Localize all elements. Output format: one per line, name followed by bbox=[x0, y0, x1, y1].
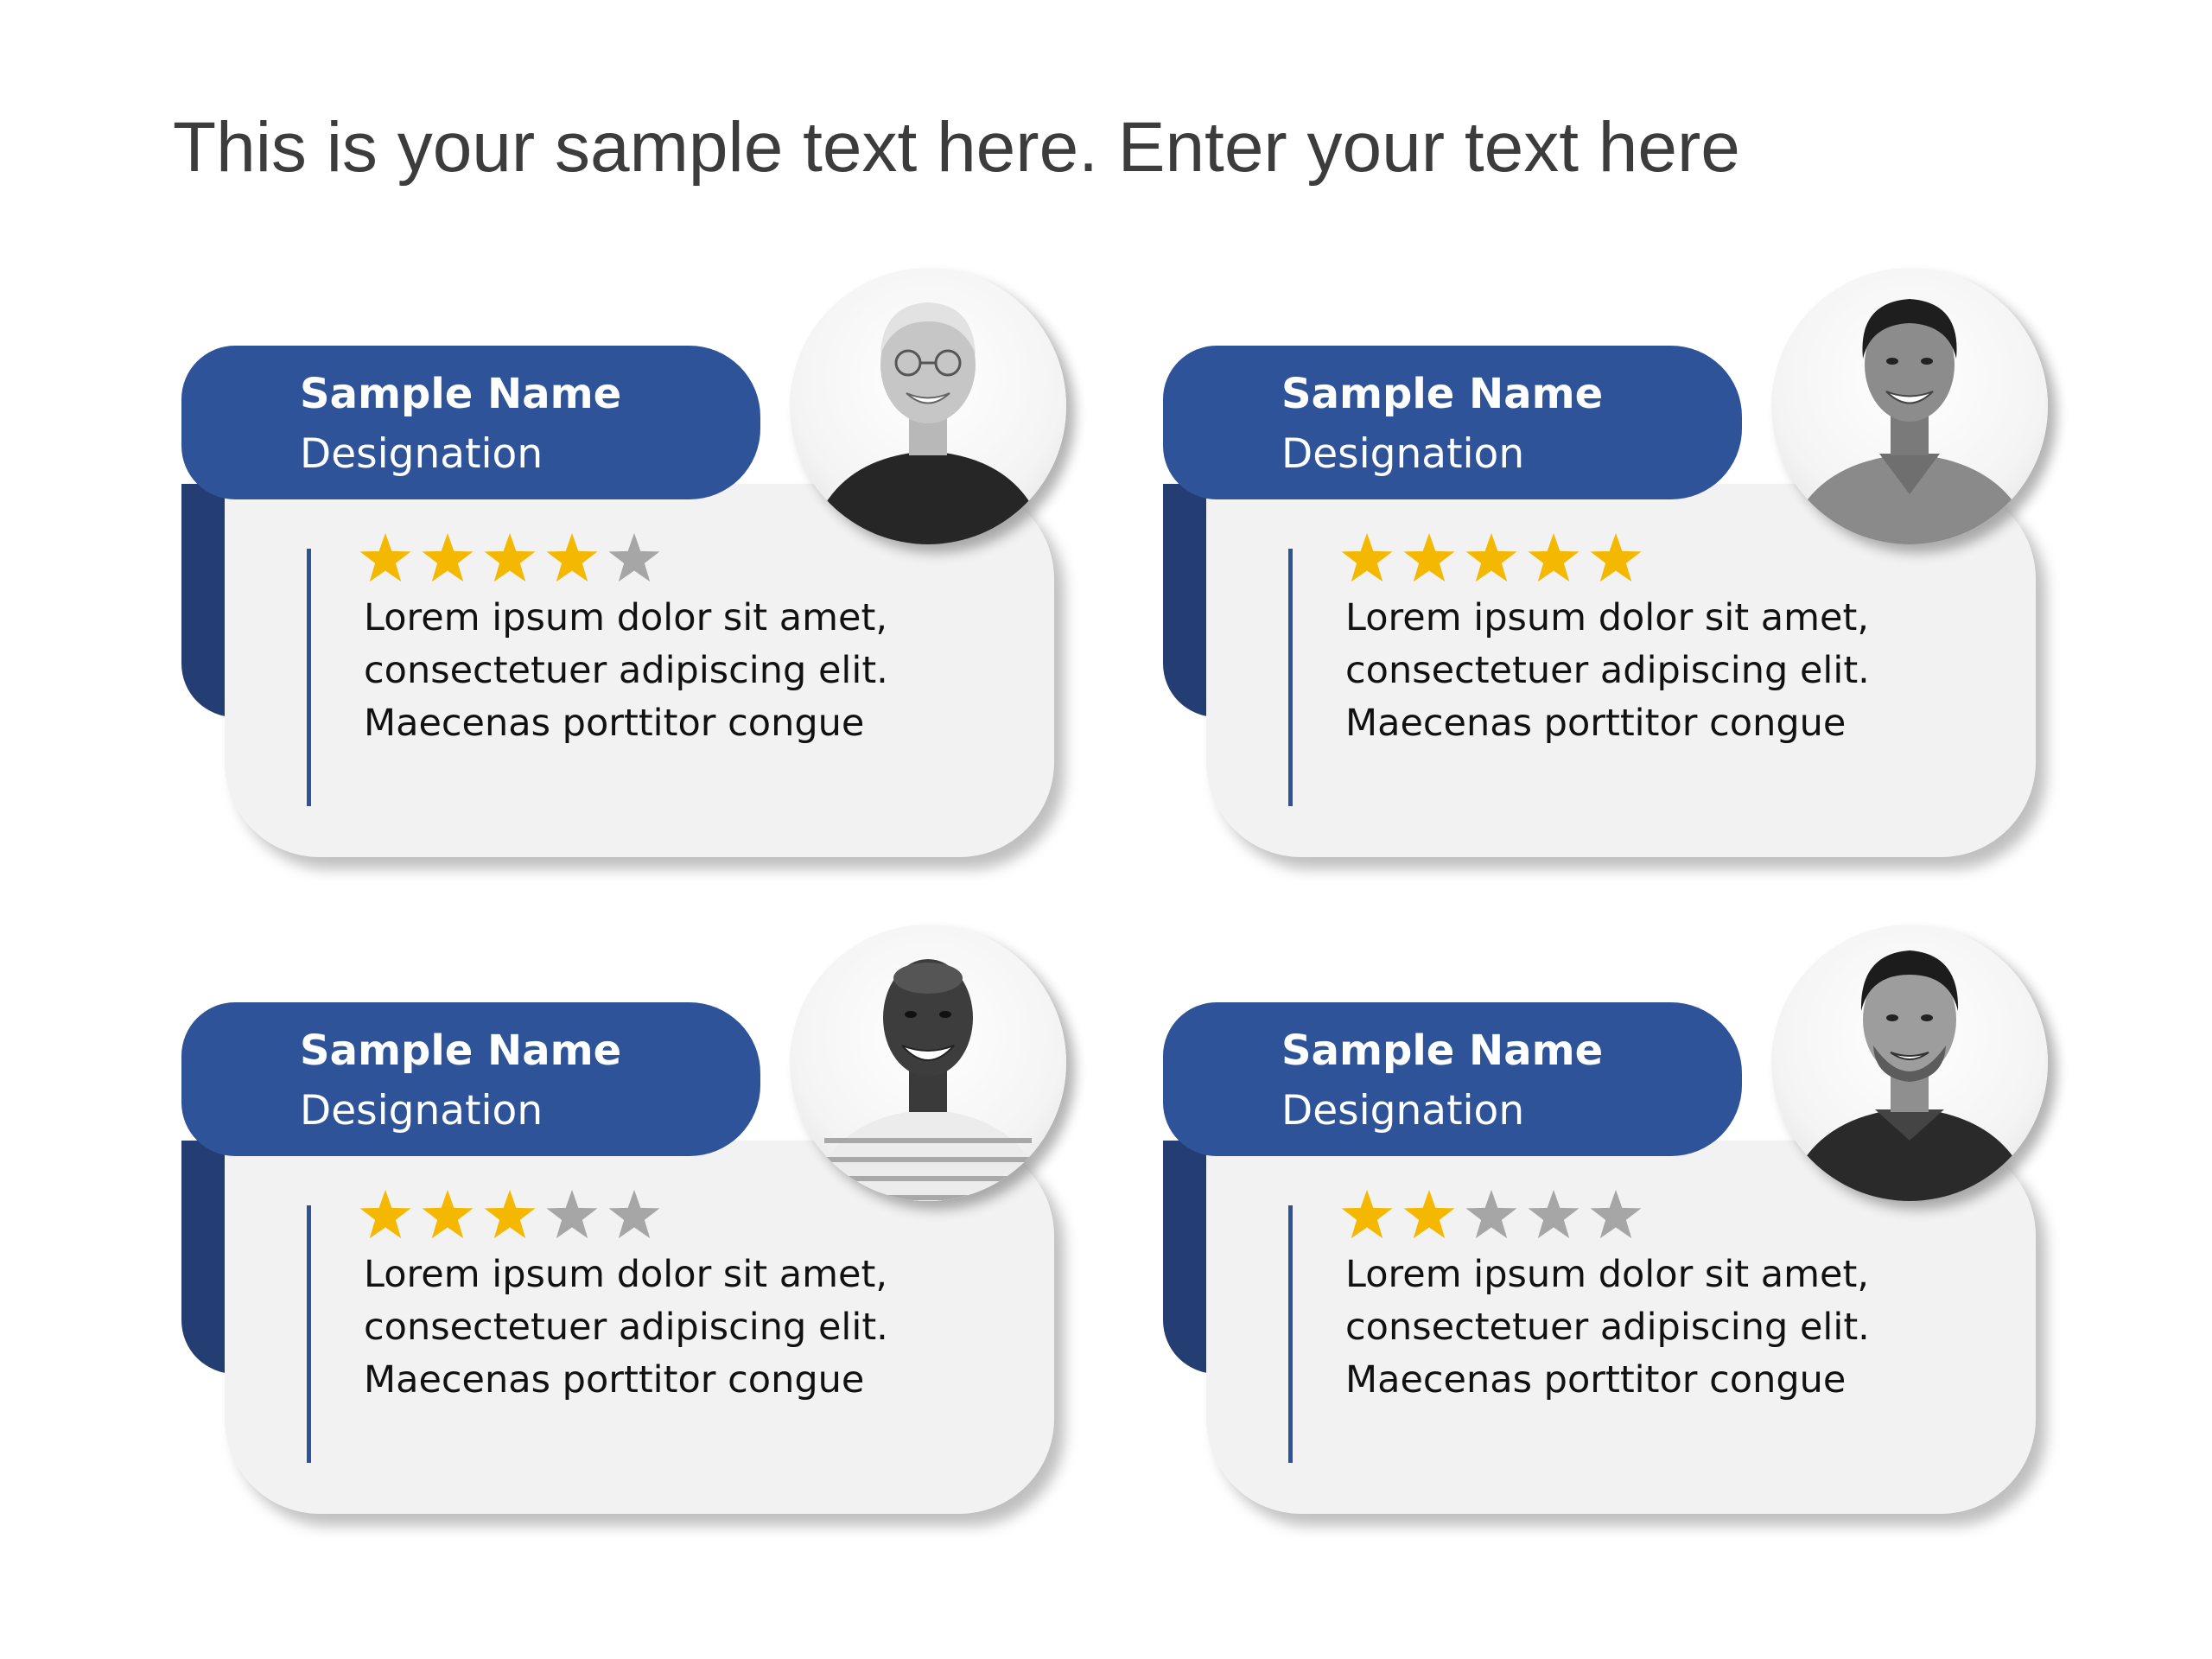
star-filled-icon bbox=[546, 533, 598, 582]
quote-line: Maecenas porttitor congue bbox=[364, 1358, 865, 1402]
star-empty-icon bbox=[1465, 1190, 1517, 1239]
name-tab: Sample Name Designation bbox=[1163, 346, 1742, 499]
quote-line: Lorem ipsum dolor sit amet, bbox=[1345, 1253, 1870, 1296]
person-name: Sample Name bbox=[300, 370, 622, 418]
testimonial-card: Lorem ipsum dolor sit amet, consectetuer… bbox=[1156, 268, 2089, 968]
star-empty-icon bbox=[1590, 1190, 1642, 1239]
quote-line: consectetuer adipiscing elit. bbox=[364, 1306, 888, 1349]
star-empty-icon bbox=[546, 1190, 598, 1239]
person-name: Sample Name bbox=[1281, 370, 1604, 418]
person-name: Sample Name bbox=[1281, 1027, 1604, 1075]
star-empty-icon bbox=[1528, 1190, 1580, 1239]
star-filled-icon bbox=[1465, 533, 1517, 582]
avatar bbox=[790, 268, 1066, 544]
person-name: Sample Name bbox=[300, 1027, 622, 1075]
star-filled-icon bbox=[359, 1190, 411, 1239]
name-tab: Sample Name Designation bbox=[181, 346, 760, 499]
quote-line: Maecenas porttitor congue bbox=[364, 702, 865, 745]
quote-line: Lorem ipsum dolor sit amet, bbox=[1345, 596, 1870, 639]
name-tab: Sample Name Designation bbox=[1163, 1002, 1742, 1156]
testimonial-quote: Lorem ipsum dolor sit amet, consectetuer… bbox=[1345, 592, 2002, 750]
testimonial-quote: Lorem ipsum dolor sit amet, consectetuer… bbox=[364, 592, 1020, 750]
quote-accent-line bbox=[307, 1205, 311, 1463]
quote-line: consectetuer adipiscing elit. bbox=[364, 649, 888, 692]
person-photo-icon bbox=[1786, 299, 2033, 544]
quote-line: Maecenas porttitor congue bbox=[1345, 702, 1847, 745]
person-designation: Designation bbox=[1281, 1087, 1525, 1135]
person-designation: Designation bbox=[1281, 430, 1525, 478]
page-title: This is your sample text here. Enter you… bbox=[173, 108, 1740, 187]
star-filled-icon bbox=[484, 533, 536, 582]
testimonial-card: Lorem ipsum dolor sit amet, consectetuer… bbox=[1156, 925, 2089, 1624]
quote-accent-line bbox=[1288, 549, 1293, 806]
star-empty-icon bbox=[608, 533, 660, 582]
avatar bbox=[790, 925, 1066, 1201]
quote-accent-line bbox=[307, 549, 311, 806]
star-filled-icon bbox=[1341, 533, 1393, 582]
quote-line: Lorem ipsum dolor sit amet, bbox=[364, 1253, 888, 1296]
star-rating bbox=[1339, 1188, 1643, 1243]
star-empty-icon bbox=[608, 1190, 660, 1239]
person-designation: Designation bbox=[300, 430, 543, 478]
testimonial-quote: Lorem ipsum dolor sit amet, consectetuer… bbox=[1345, 1249, 2002, 1407]
star-filled-icon bbox=[422, 1190, 474, 1239]
testimonial-card: Lorem ipsum dolor sit amet, consectetuer… bbox=[175, 925, 1108, 1624]
star-filled-icon bbox=[359, 533, 411, 582]
person-designation: Designation bbox=[300, 1087, 543, 1135]
quote-line: consectetuer adipiscing elit. bbox=[1345, 649, 1870, 692]
star-filled-icon bbox=[1403, 533, 1455, 582]
quote-line: Lorem ipsum dolor sit amet, bbox=[364, 596, 888, 639]
person-photo-icon bbox=[809, 302, 1047, 544]
avatar bbox=[1771, 925, 2048, 1201]
testimonial-card: Lorem ipsum dolor sit amet, consectetuer… bbox=[175, 268, 1108, 968]
quote-line: Maecenas porttitor congue bbox=[1345, 1358, 1847, 1402]
star-filled-icon bbox=[1341, 1190, 1393, 1239]
quote-line: consectetuer adipiscing elit. bbox=[1345, 1306, 1870, 1349]
star-rating bbox=[358, 531, 662, 587]
star-filled-icon bbox=[1590, 533, 1642, 582]
star-filled-icon bbox=[484, 1190, 536, 1239]
person-photo-icon bbox=[1786, 950, 2033, 1201]
person-photo-icon bbox=[809, 959, 1047, 1201]
star-filled-icon bbox=[1528, 533, 1580, 582]
star-filled-icon bbox=[1403, 1190, 1455, 1239]
star-rating bbox=[1339, 531, 1643, 587]
testimonial-quote: Lorem ipsum dolor sit amet, consectetuer… bbox=[364, 1249, 1020, 1407]
star-rating bbox=[358, 1188, 662, 1243]
quote-accent-line bbox=[1288, 1205, 1293, 1463]
avatar bbox=[1771, 268, 2048, 544]
name-tab: Sample Name Designation bbox=[181, 1002, 760, 1156]
star-filled-icon bbox=[422, 533, 474, 582]
